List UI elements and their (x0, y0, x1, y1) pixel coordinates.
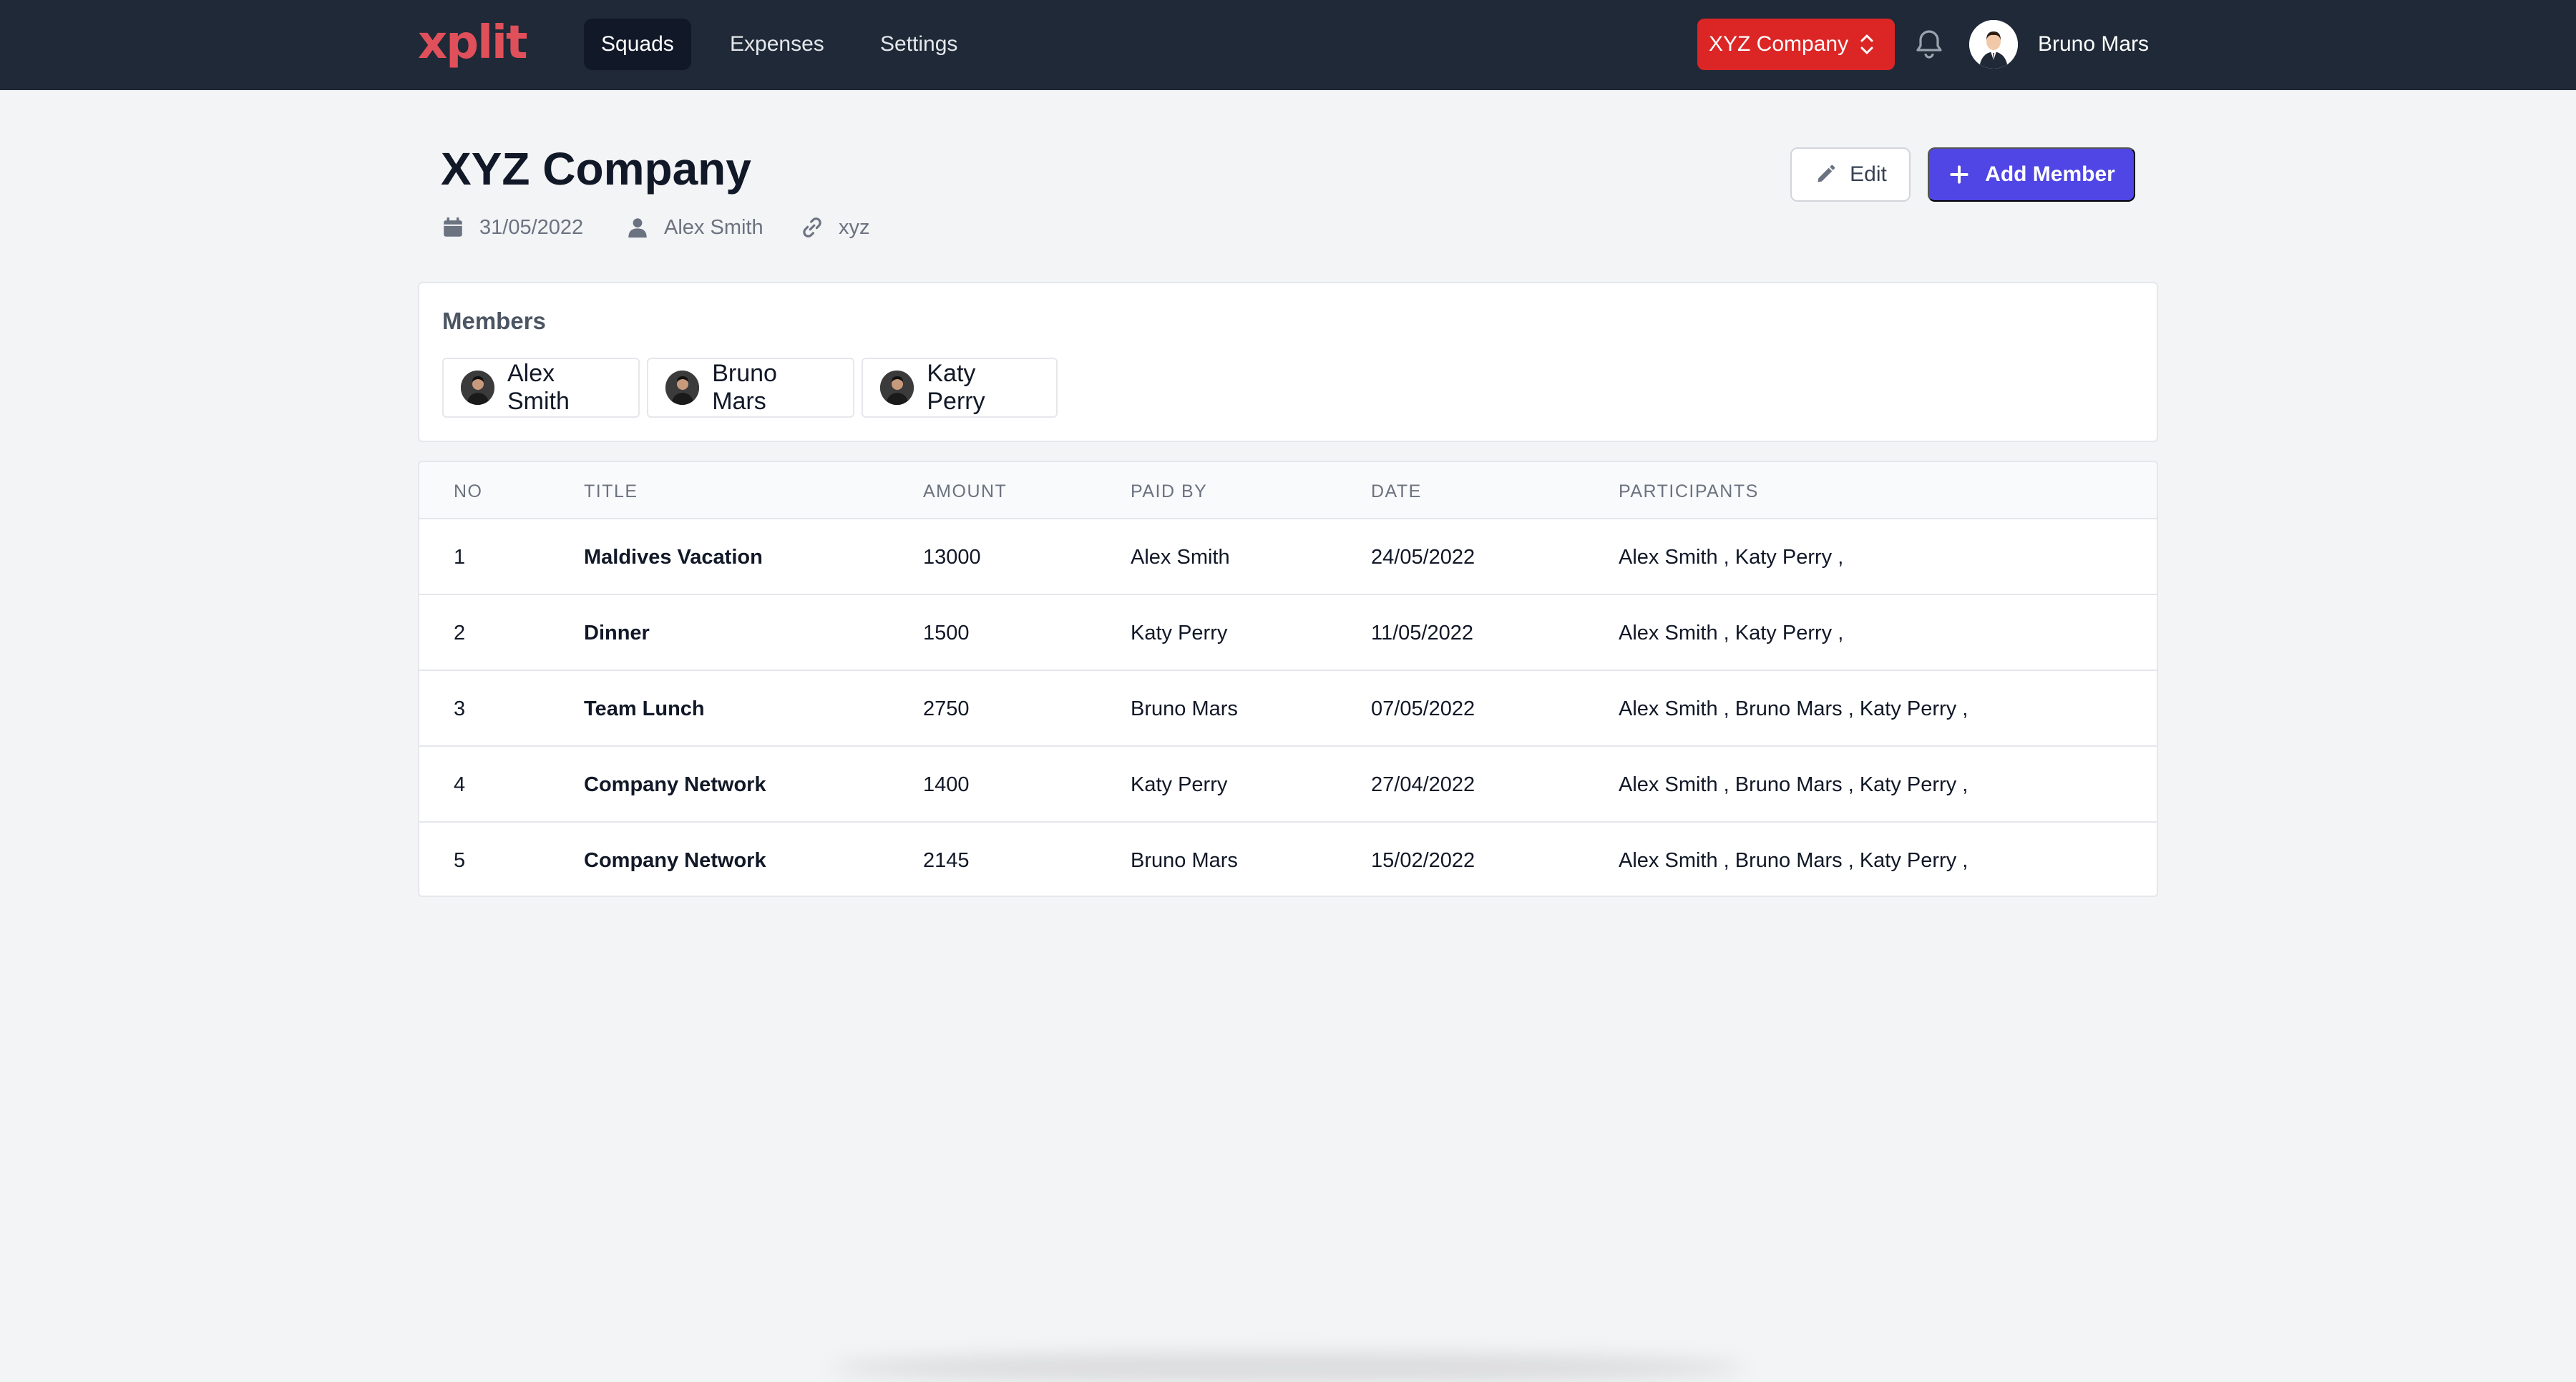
member-avatar (880, 371, 914, 405)
cell-participants: Alex Smith , Bruno Mars , Katy Perry , (1619, 697, 1968, 720)
nav-tab-settings[interactable]: Settings (863, 19, 975, 70)
cell-paid-by: Alex Smith (1131, 546, 1230, 569)
pencil-icon (1818, 165, 1835, 182)
squad-owner-text: Alex Smith (664, 215, 763, 239)
cell-no: 2 (454, 622, 466, 645)
cell-participants: Alex Smith , Katy Perry , (1619, 622, 1844, 645)
cell-paid-by: Bruno Mars (1131, 697, 1238, 720)
page-title: XYZ Company (441, 143, 751, 195)
cell-title: Maldives Vacation (584, 546, 763, 569)
cell-date: 15/02/2022 (1371, 849, 1475, 872)
column-header-title: TITLE (584, 481, 638, 501)
cell-amount: 13000 (923, 546, 981, 569)
cell-no: 3 (454, 697, 466, 720)
cell-participants: Alex Smith , Bruno Mars , Katy Perry , (1619, 849, 1968, 872)
member-name: Alex Smith (507, 360, 570, 415)
cell-title: Team Lunch (584, 697, 705, 720)
cell-paid-by: Katy Perry (1131, 773, 1228, 796)
member-name: Bruno Mars (712, 360, 777, 415)
column-header-amount: AMOUNT (923, 481, 1008, 501)
plus-icon (1950, 165, 1968, 184)
add-member-button-label: Add Member (1985, 162, 2115, 186)
nav-tab-expenses[interactable]: Expenses (713, 19, 841, 70)
table-row[interactable]: 4 Company Network 1400 Katy Perry 27/04/… (419, 747, 2157, 823)
squad-owner: Alex Smith (625, 213, 763, 242)
cell-no: 5 (454, 849, 466, 872)
cell-title: Company Network (584, 773, 766, 796)
member-name: Katy Perry (927, 360, 985, 415)
table-row[interactable]: 3 Team Lunch 2750 Bruno Mars 07/05/2022 … (419, 671, 2157, 747)
cell-amount: 2750 (923, 697, 970, 720)
cell-title: Dinner (584, 622, 650, 645)
user-name[interactable]: Bruno Mars (2038, 29, 2149, 60)
cell-title: Company Network (584, 849, 766, 872)
cell-date: 24/05/2022 (1371, 546, 1475, 569)
cell-participants: Alex Smith , Katy Perry , (1619, 546, 1844, 569)
chevron-up-down-icon (1860, 34, 1873, 54)
cell-amount: 1500 (923, 622, 970, 645)
column-header-paid-by: PAID BY (1131, 481, 1208, 501)
cell-amount: 2145 (923, 849, 970, 872)
column-header-no: NO (454, 481, 483, 501)
calendar-icon (444, 217, 462, 237)
cell-no: 4 (454, 773, 466, 796)
nav-tab-squads[interactable]: Squads (584, 19, 691, 70)
user-icon (628, 218, 647, 238)
column-header-participants: PARTICIPANTS (1619, 481, 1759, 501)
link-icon (803, 217, 821, 237)
cell-date: 07/05/2022 (1371, 697, 1475, 720)
add-member-button[interactable]: Add Member (1928, 147, 2135, 202)
member-avatar (665, 371, 700, 405)
cell-amount: 1400 (923, 773, 970, 796)
company-select-value: XYZ Company (1709, 32, 1849, 56)
cell-paid-by: Katy Perry (1131, 622, 1228, 645)
member-chip[interactable]: Katy Perry (862, 358, 1058, 418)
cell-no: 1 (454, 546, 466, 569)
table-row[interactable]: 2 Dinner 1500 Katy Perry 11/05/2022 Alex… (419, 595, 2157, 671)
bottom-shadow (830, 1353, 1746, 1382)
expenses-table: NO TITLE AMOUNT PAID BY DATE PARTICIPANT… (418, 461, 2158, 897)
cell-participants: Alex Smith , Bruno Mars , Katy Perry , (1619, 773, 1968, 796)
bell-icon[interactable] (1912, 27, 1946, 62)
squad-date-text: 31/05/2022 (479, 215, 584, 239)
table-header: NO TITLE AMOUNT PAID BY DATE PARTICIPANT… (419, 462, 2157, 519)
cell-date: 11/05/2022 (1371, 622, 1473, 645)
edit-button-label: Edit (1850, 162, 1887, 186)
table-row[interactable]: 1 Maldives Vacation 13000 Alex Smith 24/… (419, 519, 2157, 595)
cell-paid-by: Bruno Mars (1131, 849, 1238, 872)
company-select[interactable]: XYZ Company (1697, 19, 1895, 70)
member-chip[interactable]: Bruno Mars (647, 358, 854, 418)
column-header-date: DATE (1371, 481, 1422, 501)
squad-date: 31/05/2022 (441, 213, 583, 242)
table-row[interactable]: 5 Company Network 2145 Bruno Mars 15/02/… (419, 823, 2157, 896)
member-chip[interactable]: Alex Smith (442, 358, 640, 418)
edit-button[interactable]: Edit (1790, 147, 1911, 202)
members-heading: Members (442, 308, 546, 334)
member-avatar (461, 371, 494, 405)
squad-link: xyz (800, 213, 870, 242)
user-avatar[interactable] (1969, 20, 2018, 69)
app-logo[interactable]: xplit (418, 13, 528, 73)
cell-date: 27/04/2022 (1371, 773, 1475, 796)
squad-link-text[interactable]: xyz (839, 216, 870, 240)
top-navbar: xplit Squads Expenses Settings XYZ Compa… (0, 0, 2576, 90)
members-card: Members Alex Smith Bruno Mars Katy Perry (418, 282, 2158, 442)
